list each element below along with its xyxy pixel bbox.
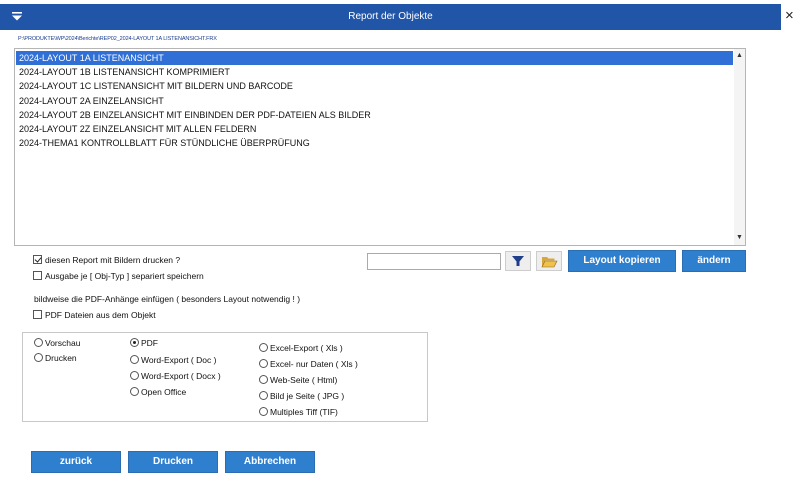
separate-save-option[interactable]: Ausgabe je [ Obj-Typ ] separiert speiche… <box>33 270 204 282</box>
list-item[interactable]: 2024-LAYOUT 1A LISTENANSICHT <box>16 51 733 66</box>
list-item[interactable]: 2024-LAYOUT 1B LISTENANSICHT KOMPRIMIERT <box>16 65 733 79</box>
list-item[interactable]: 2024-LAYOUT 2A EINZELANSICHT <box>16 94 733 108</box>
format-openoffice-label: Open Office <box>141 387 187 397</box>
format-pdf-option[interactable]: PDF <box>130 337 158 350</box>
mode-preview-radio[interactable] <box>34 338 43 347</box>
open-folder-button[interactable] <box>536 251 562 271</box>
pdf-from-object-checkbox[interactable] <box>33 310 42 319</box>
format-docx-option[interactable]: Word-Export ( Docx ) <box>130 370 221 383</box>
format-openoffice-radio[interactable] <box>130 387 139 396</box>
copy-layout-button[interactable]: Layout kopieren <box>568 250 676 272</box>
format-html-option[interactable]: Web-Seite ( Html) <box>259 374 337 387</box>
window-title: Report der Objekte <box>348 11 433 22</box>
pdf-from-object-option[interactable]: PDF Dateien aus dem Objekt <box>33 309 156 321</box>
mode-print-radio[interactable] <box>34 353 43 362</box>
mode-print-label: Drucken <box>45 353 77 363</box>
format-xls-data-option[interactable]: Excel- nur Daten ( Xls ) <box>259 358 358 371</box>
format-doc-option[interactable]: Word-Export ( Doc ) <box>130 354 216 367</box>
separate-save-label: Ausgabe je [ Obj-Typ ] separiert speiche… <box>45 271 204 281</box>
change-layout-button[interactable]: ändern <box>682 250 746 272</box>
back-button[interactable]: zurück <box>31 451 121 473</box>
list-item[interactable]: 2024-LAYOUT 1C LISTENANSICHT MIT BILDERN… <box>16 79 733 93</box>
format-xls-option[interactable]: Excel-Export ( Xls ) <box>259 342 343 355</box>
layout-name-input[interactable] <box>367 253 501 270</box>
format-xls-data-label: Excel- nur Daten ( Xls ) <box>270 359 358 369</box>
format-tif-label: Multiples Tiff (TIF) <box>270 407 338 417</box>
print-button[interactable]: Drucken <box>128 451 218 473</box>
format-jpg-label: Bild je Seite ( JPG ) <box>270 391 345 401</box>
filter-icon <box>512 256 524 266</box>
format-xls-radio[interactable] <box>259 343 268 352</box>
mode-preview-option[interactable]: Vorschau <box>34 337 80 350</box>
pdf-from-object-label: PDF Dateien aus dem Objekt <box>45 310 156 320</box>
format-xls-data-radio[interactable] <box>259 359 268 368</box>
format-jpg-radio[interactable] <box>259 391 268 400</box>
format-docx-label: Word-Export ( Docx ) <box>141 371 221 381</box>
format-tif-radio[interactable] <box>259 407 268 416</box>
scroll-down-icon[interactable]: ▼ <box>734 232 745 244</box>
cancel-button[interactable]: Abbrechen <box>225 451 315 473</box>
vertical-scrollbar[interactable]: ▲ ▼ <box>734 49 745 245</box>
print-images-checkbox[interactable] <box>33 255 42 264</box>
scroll-up-icon[interactable]: ▲ <box>734 50 745 62</box>
mode-preview-label: Vorschau <box>45 338 81 348</box>
format-xls-label: Excel-Export ( Xls ) <box>270 343 343 353</box>
format-doc-radio[interactable] <box>130 355 139 364</box>
format-openoffice-option[interactable]: Open Office <box>130 386 186 399</box>
list-item[interactable]: 2024-LAYOUT 2Z EINZELANSICHT MIT ALLEN F… <box>16 122 733 136</box>
print-images-label: diesen Report mit Bildern drucken ? <box>45 255 181 265</box>
format-pdf-label: PDF <box>141 338 158 348</box>
title-bar: Report der Objekte <box>0 4 781 30</box>
format-html-label: Web-Seite ( Html) <box>270 375 338 385</box>
separate-save-checkbox[interactable] <box>33 271 42 280</box>
mode-print-option[interactable]: Drucken <box>34 352 77 365</box>
report-file-path: P:\PRODUKTE\WP\2024\Berichte\REP02_2024-… <box>18 36 217 42</box>
folder-open-icon <box>541 257 558 268</box>
filter-button[interactable] <box>505 251 531 271</box>
format-doc-label: Word-Export ( Doc ) <box>141 355 217 365</box>
format-docx-radio[interactable] <box>130 371 139 380</box>
format-pdf-radio[interactable] <box>130 338 139 347</box>
report-listbox[interactable]: 2024-LAYOUT 1A LISTENANSICHT 2024-LAYOUT… <box>14 48 746 246</box>
format-tif-option[interactable]: Multiples Tiff (TIF) <box>259 406 338 419</box>
print-images-option[interactable]: diesen Report mit Bildern drucken ? <box>33 254 180 266</box>
close-icon[interactable]: × <box>785 7 794 25</box>
output-options-panel <box>22 332 428 422</box>
format-html-radio[interactable] <box>259 375 268 384</box>
pdf-hint-text: bildweise die PDF-Anhänge einfügen ( bes… <box>34 294 301 304</box>
format-jpg-option[interactable]: Bild je Seite ( JPG ) <box>259 390 344 403</box>
list-item[interactable]: 2024-LAYOUT 2B EINZELANSICHT MIT EINBIND… <box>16 108 733 122</box>
list-item[interactable]: 2024-THEMA1 KONTROLLBLATT FÜR STÜNDLICHE… <box>16 136 733 150</box>
